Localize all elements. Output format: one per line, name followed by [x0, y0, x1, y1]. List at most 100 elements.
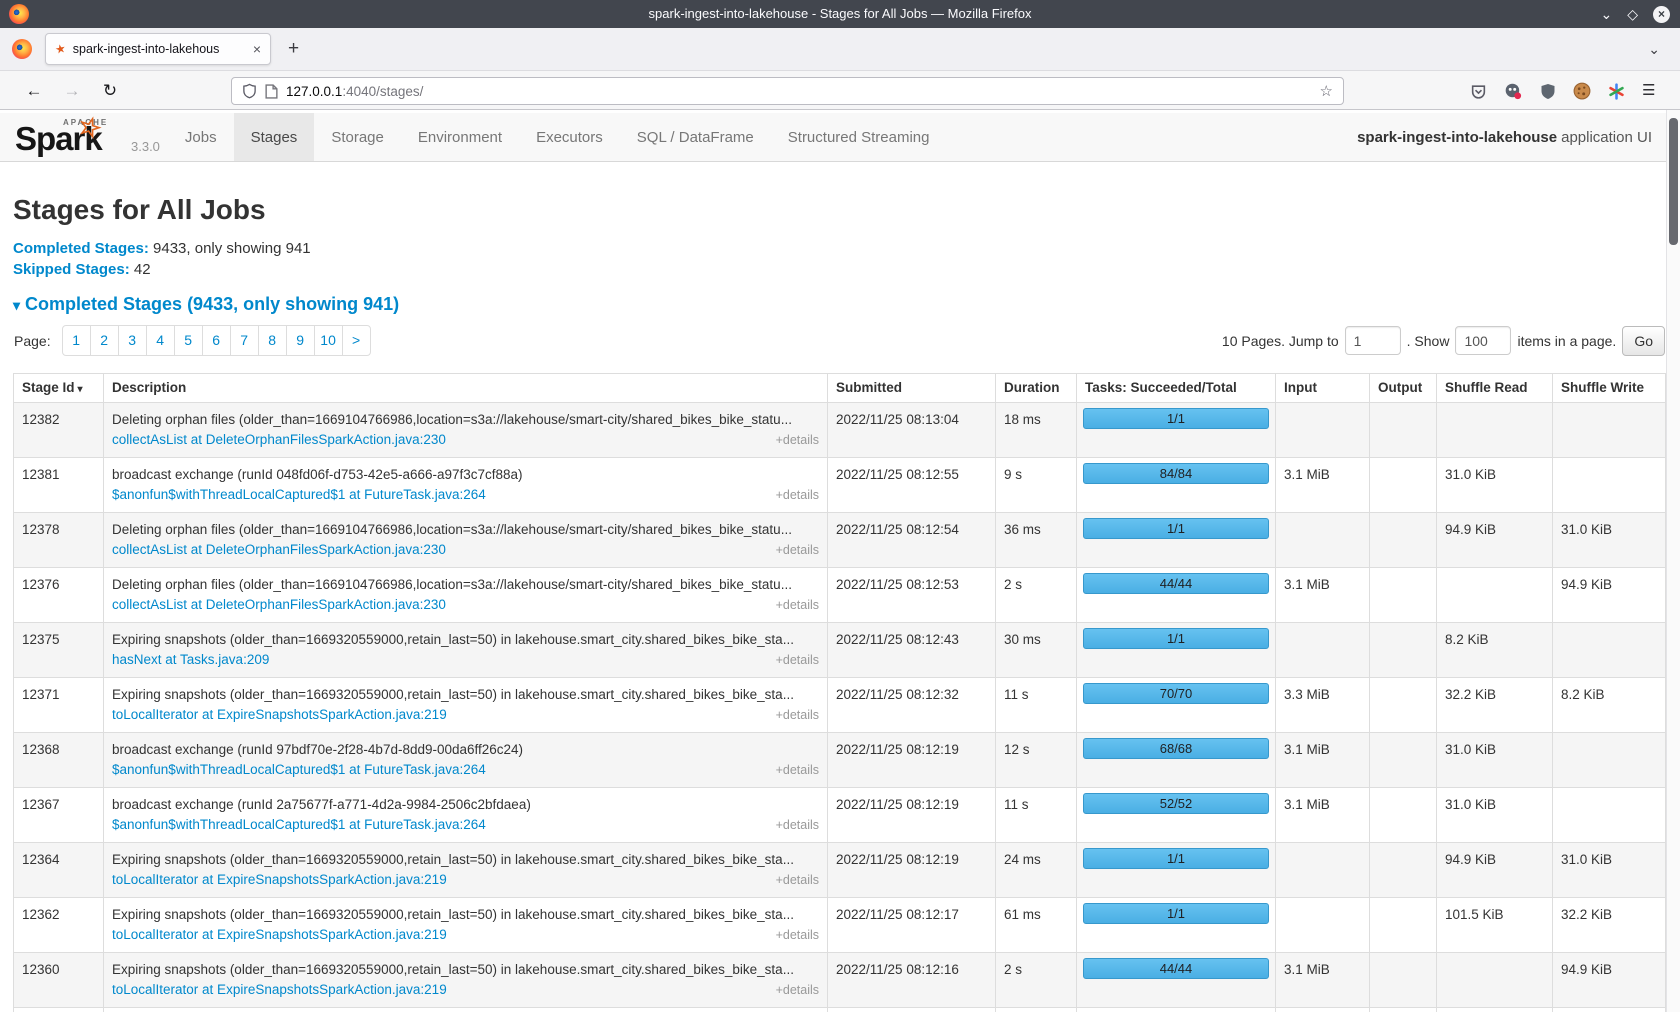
- stage-detail-link[interactable]: $anonfun$withThreadLocalCaptured$1 at Fu…: [112, 760, 486, 780]
- jump-to-page-input[interactable]: [1345, 326, 1401, 355]
- details-toggle[interactable]: +details: [776, 925, 819, 945]
- colorful-asterisk-extension-icon[interactable]: [1606, 81, 1626, 101]
- page-number-button[interactable]: 1: [62, 325, 91, 356]
- spark-nav-item-jobs[interactable]: Jobs: [168, 113, 234, 161]
- submitted-cell: 2022/11/25 08:12:19: [828, 788, 996, 843]
- description-cell: Expiring snapshots (older_than=166932055…: [104, 623, 828, 678]
- adblock-shield-icon[interactable]: [1538, 81, 1558, 101]
- duration-cell: 36 ms: [996, 513, 1077, 568]
- stage-detail-link[interactable]: toLocalIterator at ExpireSnapshotsSparkA…: [112, 980, 447, 1000]
- details-toggle[interactable]: +details: [776, 595, 819, 615]
- pocket-icon[interactable]: [1468, 81, 1488, 101]
- scrollbar-thumb[interactable]: [1669, 118, 1678, 245]
- window-close-button[interactable]: ×: [1653, 6, 1670, 23]
- back-button[interactable]: ←: [23, 80, 45, 102]
- new-tab-button[interactable]: +: [288, 37, 299, 61]
- stage-table-row: 12368 broadcast exchange (runId 97bdf70e…: [14, 733, 1666, 788]
- input-cell: 3.3 MiB: [1276, 678, 1370, 733]
- spark-nav-item-executors[interactable]: Executors: [519, 113, 620, 161]
- page-number-button[interactable]: 10: [314, 325, 343, 356]
- tasks-cell: 52/52: [1077, 788, 1276, 843]
- column-header[interactable]: Description: [104, 374, 828, 403]
- details-toggle[interactable]: +details: [776, 485, 819, 505]
- stage-detail-link[interactable]: collectAsList at DeleteOrphanFilesSparkA…: [112, 595, 446, 615]
- page-number-button[interactable]: 5: [174, 325, 203, 356]
- page-number-button[interactable]: >: [342, 325, 371, 356]
- column-header[interactable]: Duration: [996, 374, 1077, 403]
- browser-tab[interactable]: ★ spark-ingest-into-lakehous ×: [45, 33, 271, 65]
- stage-description: Expiring snapshots (older_than=166932055…: [112, 960, 819, 980]
- description-cell: Expiring snapshots (older_than=166932055…: [104, 898, 828, 953]
- skipped-stages-value: 42: [130, 261, 151, 278]
- input-cell: [1276, 623, 1370, 678]
- stage-detail-link[interactable]: $anonfun$withThreadLocalCaptured$1 at Fu…: [112, 485, 486, 505]
- spark-nav-item-structured-streaming[interactable]: Structured Streaming: [771, 113, 947, 161]
- browser-toolbar: ← → ↻ 127.0.0.1:4040/stages/ ☆ ☰: [0, 70, 1680, 110]
- page-number-button[interactable]: 6: [202, 325, 231, 356]
- column-header[interactable]: Submitted: [828, 374, 996, 403]
- details-toggle[interactable]: +details: [776, 815, 819, 835]
- list-tabs-chevron-icon[interactable]: ⌄: [1648, 41, 1660, 58]
- spark-nav-items: JobsStagesStorageEnvironmentExecutorsSQL…: [168, 113, 947, 161]
- details-toggle[interactable]: +details: [776, 760, 819, 780]
- details-toggle[interactable]: +details: [776, 650, 819, 670]
- page-number-button[interactable]: 9: [286, 325, 315, 356]
- stage-detail-link[interactable]: toLocalIterator at ExpireSnapshotsSparkA…: [112, 870, 447, 890]
- url-path: :4040/stages/: [342, 84, 423, 99]
- column-header[interactable]: Stage Id▾: [14, 374, 104, 403]
- tasks-cell: 1/1: [1077, 843, 1276, 898]
- spark-logo[interactable]: APACHE Spark ☆: [15, 113, 127, 161]
- stage-detail-link[interactable]: hasNext at Tasks.java:209: [112, 650, 269, 670]
- output-cell: [1370, 843, 1437, 898]
- column-header[interactable]: Shuffle Read: [1437, 374, 1553, 403]
- spark-navbar: APACHE Spark ☆ 3.3.0 JobsStagesStorageEn…: [0, 113, 1666, 162]
- menu-hamburger-icon[interactable]: ☰: [1642, 81, 1655, 99]
- stages-table: Stage Id▾DescriptionSubmittedDurationTas…: [13, 373, 1666, 1012]
- stage-detail-link[interactable]: collectAsList at DeleteOrphanFilesSparkA…: [112, 430, 446, 450]
- tracking-shield-icon[interactable]: [242, 83, 257, 99]
- page-info-icon[interactable]: [265, 84, 278, 99]
- cookie-extension-icon[interactable]: [1572, 81, 1592, 101]
- stage-id-cell: 12359: [14, 1008, 104, 1012]
- completed-stages-link[interactable]: Completed Stages:: [13, 240, 149, 257]
- stage-id-cell: 12362: [14, 898, 104, 953]
- window-maximize-button[interactable]: ◇: [1627, 7, 1638, 21]
- stage-detail-link[interactable]: collectAsList at DeleteOrphanFilesSparkA…: [112, 540, 446, 560]
- stage-detail-link[interactable]: toLocalIterator at ExpireSnapshotsSparkA…: [112, 925, 447, 945]
- address-bar[interactable]: 127.0.0.1:4040/stages/ ☆: [231, 77, 1344, 105]
- page-number-button[interactable]: 4: [146, 325, 175, 356]
- spark-nav-item-sql-dataframe[interactable]: SQL / DataFrame: [620, 113, 771, 161]
- details-toggle[interactable]: +details: [776, 705, 819, 725]
- stage-detail-link[interactable]: $anonfun$withThreadLocalCaptured$1 at Fu…: [112, 815, 486, 835]
- items-per-page-input[interactable]: [1455, 326, 1511, 355]
- go-button[interactable]: Go: [1622, 326, 1665, 356]
- spark-nav-item-environment[interactable]: Environment: [401, 113, 519, 161]
- output-cell: [1370, 678, 1437, 733]
- details-toggle[interactable]: +details: [776, 430, 819, 450]
- page-number-button[interactable]: 8: [258, 325, 287, 356]
- stage-id-cell: 12371: [14, 678, 104, 733]
- details-toggle[interactable]: +details: [776, 870, 819, 890]
- output-cell: [1370, 568, 1437, 623]
- column-header[interactable]: Tasks: Succeeded/Total: [1077, 374, 1276, 403]
- skipped-stages-link[interactable]: Skipped Stages:: [13, 261, 130, 278]
- spark-nav-item-stages[interactable]: Stages: [234, 113, 315, 161]
- bookmark-star-icon[interactable]: ☆: [1320, 82, 1333, 100]
- page-number-button[interactable]: 3: [118, 325, 147, 356]
- vertical-scrollbar[interactable]: [1666, 110, 1680, 1012]
- page-number-button[interactable]: 7: [230, 325, 259, 356]
- details-toggle[interactable]: +details: [776, 540, 819, 560]
- column-header[interactable]: Output: [1370, 374, 1437, 403]
- sort-arrow-icon: ▾: [78, 384, 83, 395]
- details-toggle[interactable]: +details: [776, 980, 819, 1000]
- reload-button[interactable]: ↻: [99, 80, 121, 102]
- tab-close-icon[interactable]: ×: [253, 42, 261, 56]
- mask-extension-icon[interactable]: [1503, 81, 1523, 101]
- column-header[interactable]: Shuffle Write: [1553, 374, 1666, 403]
- column-header[interactable]: Input: [1276, 374, 1370, 403]
- page-number-button[interactable]: 2: [90, 325, 119, 356]
- spark-nav-item-storage[interactable]: Storage: [314, 113, 401, 161]
- window-minimize-button[interactable]: ⌄: [1600, 7, 1612, 21]
- stage-detail-link[interactable]: toLocalIterator at ExpireSnapshotsSparkA…: [112, 705, 447, 725]
- completed-stages-section-header[interactable]: ▾Completed Stages (9433, only showing 94…: [13, 293, 1666, 316]
